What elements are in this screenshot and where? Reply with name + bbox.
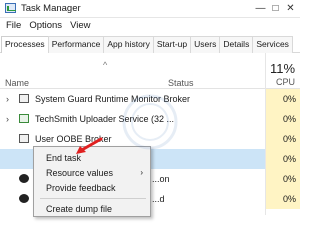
process-name: ...d bbox=[152, 194, 165, 204]
column-headers bbox=[0, 53, 300, 89]
process-name: ...on bbox=[152, 174, 170, 184]
tab-users[interactable]: Users bbox=[190, 36, 221, 53]
techsmith-icon bbox=[19, 114, 29, 123]
title-bar: Task Manager — □ ✕ bbox=[0, 0, 300, 18]
context-item-label: Resource values bbox=[46, 168, 114, 178]
context-item-label: Provide feedback bbox=[46, 183, 116, 193]
cpu-value: 0% bbox=[282, 134, 296, 144]
menu-bar: File Options View bbox=[0, 18, 300, 34]
watermark-logo bbox=[122, 94, 178, 150]
cpu-value: 0% bbox=[282, 194, 296, 204]
context-create-dump-file[interactable]: Create dump file bbox=[34, 202, 150, 216]
menu-file[interactable]: File bbox=[2, 18, 25, 34]
context-provide-feedback[interactable]: Provide feedback bbox=[34, 181, 150, 195]
column-header-name[interactable]: Name bbox=[5, 78, 29, 88]
tab-performance[interactable]: Performance bbox=[47, 36, 105, 53]
window-title: Task Manager bbox=[21, 3, 81, 14]
app-window-icon bbox=[19, 134, 29, 143]
sort-chevron-icon[interactable]: ^ bbox=[103, 60, 107, 70]
tab-processes[interactable]: Processes bbox=[1, 36, 49, 54]
column-header-status[interactable]: Status bbox=[168, 78, 194, 88]
context-item-label: Create dump file bbox=[46, 204, 113, 214]
service-icon bbox=[19, 94, 29, 103]
cpu-value: 0% bbox=[282, 94, 296, 104]
cpu-total-percent: 11% bbox=[270, 61, 296, 76]
expand-chevron-icon[interactable]: › bbox=[6, 114, 9, 124]
context-resource-values[interactable]: Resource values › bbox=[34, 166, 150, 180]
submenu-arrow-icon: › bbox=[140, 168, 143, 177]
close-button[interactable]: ✕ bbox=[283, 1, 298, 16]
context-menu: End task Resource values › Provide feedb… bbox=[33, 146, 151, 217]
tab-details[interactable]: Details bbox=[219, 36, 254, 53]
menu-options[interactable]: Options bbox=[25, 18, 66, 34]
cpu-cell: 0% bbox=[266, 189, 300, 209]
expand-chevron-icon[interactable]: › bbox=[6, 94, 9, 104]
window-controls: — □ ✕ bbox=[253, 1, 298, 16]
circle-icon bbox=[19, 174, 29, 183]
column-divider bbox=[265, 53, 266, 215]
cpu-value: 0% bbox=[282, 174, 296, 184]
cpu-cell: 0% bbox=[266, 149, 300, 169]
column-header-cpu[interactable]: CPU bbox=[276, 77, 295, 87]
tab-app-history[interactable]: App history bbox=[103, 36, 154, 53]
tab-start-up[interactable]: Start-up bbox=[152, 36, 192, 53]
tab-services[interactable]: Services bbox=[252, 36, 293, 53]
cpu-cell: 0% bbox=[266, 129, 300, 149]
maximize-button[interactable]: □ bbox=[268, 1, 283, 16]
cpu-cell: 0% bbox=[266, 89, 300, 109]
cpu-value: 0% bbox=[282, 154, 296, 164]
task-manager-icon bbox=[5, 3, 16, 13]
minimize-button[interactable]: — bbox=[253, 1, 268, 16]
cpu-cell: 0% bbox=[266, 169, 300, 189]
cpu-value: 0% bbox=[282, 114, 296, 124]
cpu-cell: 0% bbox=[266, 109, 300, 129]
context-divider bbox=[40, 198, 146, 199]
circle-icon bbox=[19, 194, 29, 203]
tab-bar: Processes Performance App history Start-… bbox=[0, 36, 300, 54]
menu-view[interactable]: View bbox=[66, 18, 94, 34]
